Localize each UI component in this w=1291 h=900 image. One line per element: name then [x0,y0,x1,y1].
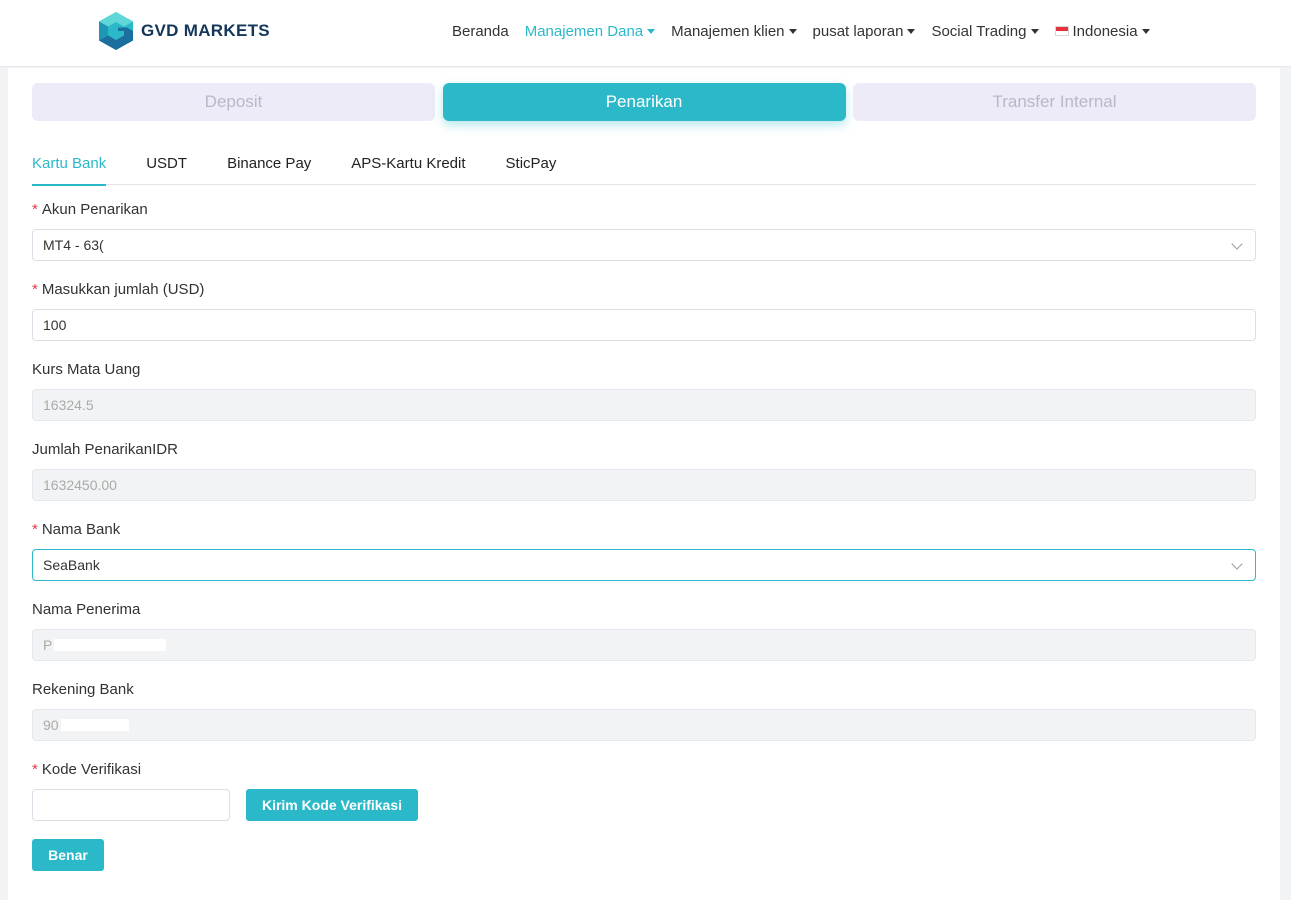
account-label-text: Akun Penarikan [41,201,148,218]
idr-amount-value: 1632450.00 [43,477,117,493]
rate-value: 16324.5 [43,397,94,413]
language-selector[interactable]: Indonesia [1054,22,1150,40]
tab-transfer-internal[interactable]: Transfer Internal [853,83,1256,121]
withdrawal-method-tabs: Kartu Bank USDT Binance Pay APS-Kartu Kr… [32,154,1256,186]
nav-beranda-label: Beranda [452,22,509,40]
nav-pusat-laporan[interactable]: pusat laporan [813,23,916,40]
nav-manajemen-klien-label: Manajemen klien [671,22,785,40]
nav-beranda[interactable]: Beranda [452,23,509,40]
logo[interactable]: GVD MARKETS [97,11,270,51]
caret-down-icon [1141,29,1150,34]
account-select-value: MT4 - 63( [43,237,104,253]
account-select[interactable]: MT4 - 63( [32,229,1256,261]
amount-label-text: Masukkan jumlah (USD) [41,281,205,298]
recipient-label: Nama Penerima [32,601,141,618]
required-marker: * [32,521,38,538]
indonesia-flag-icon [1054,26,1069,36]
fund-type-tabs: Deposit Penarikan Transfer Internal [32,83,1256,121]
tab-deposit[interactable]: Deposit [32,83,435,121]
nav-pusat-laporan-label: pusat laporan [812,22,904,40]
nav-social-trading[interactable]: Social Trading [931,22,1039,40]
withdrawal-panel: Deposit Penarikan Transfer Internal Kart… [8,68,1280,900]
amount-input-value: 100 [43,317,67,333]
language-label: Indonesia [1072,22,1138,40]
chevron-down-icon [1231,558,1243,570]
required-marker: * [32,761,38,778]
nav-social-trading-label: Social Trading [931,22,1027,40]
subtab-binance-pay[interactable]: Binance Pay [227,154,311,185]
submit-button[interactable]: Benar [32,839,104,871]
bank-select-value: SeaBank [43,557,100,573]
bank-name-label-text: Nama Bank [41,521,121,538]
caret-down-icon [1030,29,1039,34]
recipient-field: P [32,629,1256,661]
bank-account-value: 90 [43,717,59,733]
caret-down-icon [788,29,797,34]
required-marker: * [32,281,38,298]
subtab-usdt[interactable]: USDT [146,154,187,185]
top-navbar: GVD MARKETS Beranda Manajemen Dana Manaj… [0,0,1291,67]
tab-penarikan[interactable]: Penarikan [442,83,846,121]
nav-manajemen-dana-label: Manajemen Dana [524,22,644,40]
required-marker: * [32,201,38,218]
idr-amount-label: Jumlah PenarikanIDR [32,441,178,458]
rate-field: 16324.5 [32,389,1256,421]
amount-input[interactable]: 100 [32,309,1256,341]
recipient-value: P [43,637,53,653]
bank-account-field: 90 [32,709,1256,741]
bank-name-label: * Nama Bank [32,521,120,538]
verification-label: * Kode Verifikasi [32,761,141,778]
caret-down-icon [647,29,656,34]
caret-down-icon [907,29,916,34]
send-code-button[interactable]: Kirim Kode Verifikasi [246,789,418,821]
rate-label: Kurs Mata Uang [32,361,141,378]
masked-text [54,639,167,651]
subtab-kartu-bank[interactable]: Kartu Bank [32,154,107,186]
bank-select[interactable]: SeaBank [32,549,1256,581]
verification-code-input[interactable] [32,789,230,821]
logo-icon [99,12,133,50]
account-label: * Akun Penarikan [32,201,148,218]
nav-manajemen-klien[interactable]: Manajemen klien [671,22,797,40]
chevron-down-icon [1231,238,1243,250]
brand-name: GVD MARKETS [141,21,270,40]
nav-manajemen-dana[interactable]: Manajemen Dana [524,22,656,40]
main-nav: Beranda Manajemen Dana Manajemen klien p… [452,20,1166,42]
amount-label: * Masukkan jumlah (USD) [32,281,204,298]
verification-label-text: Kode Verifikasi [41,761,142,778]
subtab-sticpay[interactable]: SticPay [506,154,557,185]
subtab-aps-kartu-kredit[interactable]: APS-Kartu Kredit [351,154,465,185]
masked-text [60,719,129,731]
masked-text [105,239,134,251]
bank-account-label: Rekening Bank [32,681,134,698]
idr-amount-field: 1632450.00 [32,469,1256,501]
